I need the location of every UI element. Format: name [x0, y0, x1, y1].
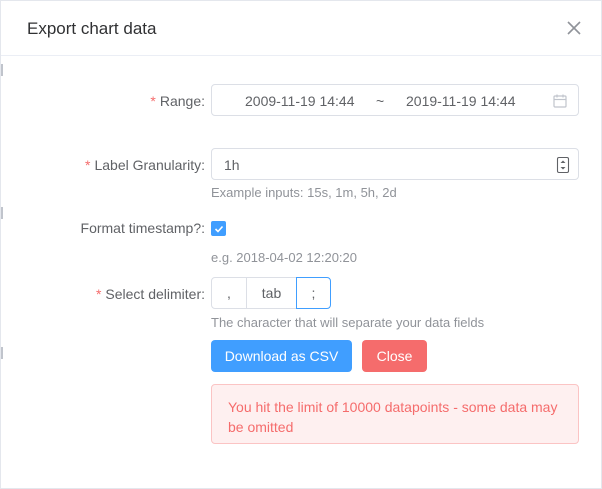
check-icon — [214, 225, 224, 233]
required-marker: * — [85, 157, 91, 173]
required-marker: * — [150, 93, 156, 109]
dialog-title: Export chart data — [27, 19, 157, 38]
dialog-header: Export chart data — [1, 1, 601, 56]
range-label: * Range: — [150, 93, 205, 109]
granularity-field[interactable] — [211, 148, 579, 180]
date-range-picker[interactable]: 2009-11-19 14:44 ~ 2019-11-19 14:44 — [211, 84, 579, 116]
range-end-value[interactable]: 2019-11-19 14:44 — [406, 93, 516, 109]
range-separator: ~ — [376, 93, 385, 109]
delimiter-option-comma[interactable]: , — [211, 277, 247, 309]
close-button[interactable]: Close — [362, 340, 427, 372]
download-csv-button[interactable]: Download as CSV — [211, 340, 352, 372]
range-start-value[interactable]: 2009-11-19 14:44 — [245, 93, 355, 109]
background-edge-mark — [1, 347, 3, 359]
alert-message: You hit the limit of 10000 datapoints - … — [228, 399, 558, 435]
delimiter-label: * Select delimiter: — [95, 286, 205, 302]
calendar-icon[interactable] — [552, 93, 568, 109]
delimiter-option-tab[interactable]: tab — [246, 277, 297, 309]
delimiter-option-semicolon[interactable]: ; — [296, 277, 331, 309]
format-timestamp-checkbox[interactable] — [211, 221, 226, 236]
datapoint-limit-alert: You hit the limit of 10000 datapoints - … — [211, 384, 579, 444]
stepper-icon[interactable] — [556, 156, 570, 174]
delimiter-hint: The character that will separate your da… — [211, 315, 485, 330]
close-x-icon[interactable] — [563, 17, 585, 39]
required-marker: * — [95, 286, 102, 302]
timestamp-hint: e.g. 2018-04-02 12:20:20 — [211, 250, 358, 265]
timestamp-label: Format timestamp?: — [80, 220, 205, 236]
granularity-input[interactable] — [224, 155, 544, 175]
granularity-label: * Label Granularity: — [85, 157, 205, 173]
export-dialog: Export chart data * Range: 2009-11-19 14:… — [0, 0, 602, 489]
background-edge-mark — [1, 207, 3, 219]
granularity-hint: Example inputs: 15s, 1m, 5h, 2d — [211, 185, 397, 200]
background-edge-mark — [1, 64, 3, 76]
